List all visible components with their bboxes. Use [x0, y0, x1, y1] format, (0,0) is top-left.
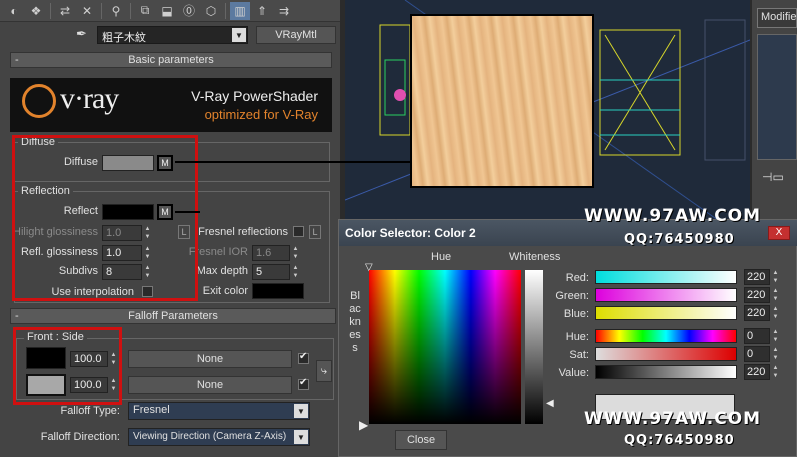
- show-map-icon[interactable]: ▥: [230, 1, 250, 20]
- sample-icon[interactable]: ❖: [26, 2, 46, 20]
- highlight-box: [13, 327, 122, 405]
- falloff-type-select[interactable]: Fresnel ▼: [128, 402, 310, 420]
- material-type-button[interactable]: VRayMtl: [256, 26, 336, 44]
- falloff-direction-value: Viewing Direction (Camera Z-Axis): [133, 431, 287, 442]
- go-parent-icon[interactable]: ⇉: [274, 2, 294, 20]
- hue-value-label: Hue:: [565, 331, 589, 343]
- falloff-type-value: Fresnel: [133, 404, 170, 416]
- video-icon[interactable]: ⬡: [201, 2, 221, 20]
- hue-palette[interactable]: [369, 270, 521, 424]
- red-slider[interactable]: [595, 270, 737, 284]
- watermark-qq: QQ:76450980: [624, 232, 735, 247]
- sat-input[interactable]: 0: [744, 346, 770, 362]
- chevron-down-icon[interactable]: ▼: [232, 28, 246, 42]
- side-map-button[interactable]: None: [128, 376, 292, 394]
- material-name-field[interactable]: 粗子木紋 ▼: [97, 26, 248, 44]
- sat-slider[interactable]: [595, 347, 737, 361]
- material-name: 粗子木紋: [102, 32, 146, 44]
- product-title: V-Ray PowerShader: [191, 88, 318, 104]
- chevron-down-icon[interactable]: ▼: [294, 404, 308, 418]
- whiteness-label: Whiteness: [509, 251, 561, 263]
- put-icon[interactable]: ⇄: [55, 2, 75, 20]
- spinner-arrows-icon[interactable]: ▲ ▼: [771, 269, 780, 285]
- collapse-icon: -: [15, 54, 19, 66]
- blackness-label: Blackness: [349, 290, 361, 354]
- chevron-down-icon[interactable]: ▼: [294, 430, 308, 444]
- basic-parameters-rollout[interactable]: - Basic parameters: [10, 52, 332, 68]
- value-input[interactable]: 220: [744, 364, 770, 380]
- close-icon[interactable]: X: [768, 226, 790, 240]
- blue-slider[interactable]: [595, 306, 737, 320]
- whiteness-bar[interactable]: [525, 270, 543, 424]
- spinner-arrows-icon[interactable]: ▲ ▼: [771, 287, 780, 303]
- watermark-site: WWW.97AW.COM: [584, 409, 762, 429]
- vray-logo-icon: [22, 84, 56, 118]
- red-label: Red:: [565, 272, 589, 284]
- spinner-arrows-icon[interactable]: ▲ ▼: [771, 364, 780, 380]
- modifier-tab[interactable]: Modifie: [757, 8, 797, 28]
- front-map-checkbox[interactable]: [298, 351, 309, 364]
- watermark-site: WWW.97AW.COM: [584, 206, 762, 226]
- hue-label: Hue: [431, 251, 452, 263]
- material-toolbar: ◐ ❖ ⇄ ✕ ⚲ ⧉ ⬓ ⓪ ⬡ ▥ ⇑ ⇉: [0, 0, 340, 22]
- collapse-icon: -: [15, 310, 19, 322]
- falloff-direction-label: Falloff Direction:: [40, 431, 120, 443]
- watermark-qq: QQ:76450980: [624, 433, 735, 448]
- rollout-title: Basic parameters: [128, 54, 214, 66]
- blue-label: Blue:: [563, 308, 589, 320]
- value-label: Value:: [558, 367, 589, 379]
- green-label: Green:: [555, 290, 589, 302]
- hue-slider[interactable]: [595, 329, 737, 343]
- copy-icon[interactable]: ⧉: [135, 2, 155, 20]
- spinner-arrows-icon[interactable]: ▲ ▼: [771, 305, 780, 321]
- front-map-button[interactable]: None: [128, 350, 292, 368]
- spinner-arrows-icon[interactable]: ▲ ▼: [771, 328, 780, 344]
- vray-logo-banner: v·ray V-Ray PowerShader optimized for V-…: [10, 78, 332, 132]
- wood-texture-preview: [410, 14, 594, 188]
- product-subtitle: optimized for V-Ray: [204, 107, 318, 122]
- reset-icon[interactable]: ✕: [77, 2, 97, 20]
- falloff-direction-select[interactable]: Viewing Direction (Camera Z-Axis) ▼: [128, 428, 310, 446]
- vray-logo-text: v·ray: [60, 82, 119, 115]
- side-map-checkbox[interactable]: [298, 377, 309, 390]
- assign-icon[interactable]: ⚲: [106, 2, 126, 20]
- effect-icon[interactable]: ⓪: [179, 2, 199, 20]
- falloff-type-label: Falloff Type:: [60, 405, 120, 417]
- unique-icon[interactable]: ⬓: [157, 2, 177, 20]
- pin-stack-icon[interactable]: ⊣▭: [762, 170, 784, 184]
- hue-input[interactable]: 0: [744, 328, 770, 344]
- green-slider[interactable]: [595, 288, 737, 302]
- green-input[interactable]: 220: [744, 287, 770, 303]
- blackness-pointer-icon[interactable]: ▶: [359, 418, 368, 432]
- show-end-icon[interactable]: ⇑: [252, 2, 272, 20]
- swap-colors-button[interactable]: ⤷: [316, 360, 332, 382]
- close-button[interactable]: Close: [395, 430, 447, 450]
- eyedropper-icon[interactable]: ✒: [76, 26, 94, 44]
- blue-input[interactable]: 220: [744, 305, 770, 321]
- red-input[interactable]: 220: [744, 269, 770, 285]
- modifier-list[interactable]: [757, 34, 797, 160]
- sat-label: Sat:: [569, 349, 589, 361]
- spinner-arrows-icon[interactable]: ▲ ▼: [771, 346, 780, 362]
- whiteness-pointer-icon[interactable]: ◀: [546, 398, 554, 409]
- sphere-icon[interactable]: ◐: [4, 2, 24, 20]
- value-slider[interactable]: [595, 365, 737, 379]
